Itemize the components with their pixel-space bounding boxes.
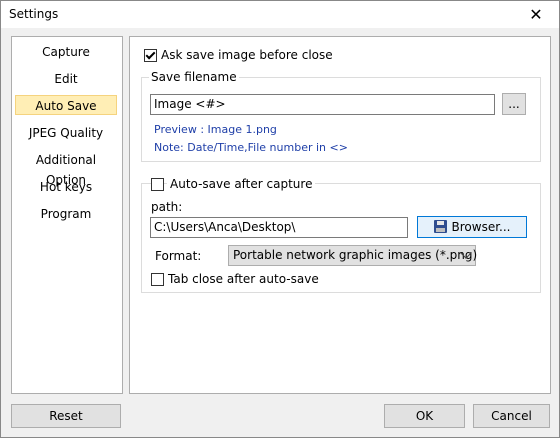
sidebar-item-additional-option[interactable]: Additional Option	[15, 150, 117, 187]
format-select-value: Portable network graphic images (*.png)	[233, 248, 478, 262]
sidebar-item-hot-keys[interactable]: Hot keys	[15, 177, 117, 197]
reset-button[interactable]: Reset	[11, 404, 121, 428]
format-select[interactable]: Portable network graphic images (*.png)	[228, 245, 478, 266]
format-label: Format:	[155, 249, 202, 263]
settings-sidebar: Capture Edit Auto Save JPEG Quality Addi…	[11, 36, 123, 394]
filename-note: Note: Date/Time,File number in <>	[154, 141, 348, 154]
browse-button[interactable]: Browser...	[417, 216, 527, 238]
sidebar-item-edit[interactable]: Edit	[15, 69, 117, 89]
filename-options-button[interactable]: ...	[502, 93, 526, 115]
save-filename-label: Save filename	[149, 70, 239, 84]
tab-close-label: Tab close after auto-save	[168, 272, 319, 286]
path-label: path:	[151, 200, 183, 214]
cancel-button[interactable]: Cancel	[473, 404, 550, 428]
sidebar-item-program[interactable]: Program	[15, 204, 117, 224]
filename-preview: Preview : Image 1.png	[154, 123, 277, 136]
auto-save-label: Auto-save after capture	[167, 177, 316, 191]
filename-input[interactable]: Image <#>	[150, 94, 495, 115]
ask-save-label: Ask save image before close	[161, 48, 333, 62]
floppy-disk-icon	[433, 220, 447, 233]
settings-window: Settings ✕ Capture Edit Auto Save JPEG Q…	[0, 0, 560, 438]
ok-button[interactable]: OK	[384, 404, 465, 428]
title-bar: Settings ✕	[1, 1, 559, 28]
browse-button-label: Browser...	[451, 220, 511, 234]
close-icon[interactable]: ✕	[513, 1, 559, 28]
auto-save-checkbox[interactable]	[151, 178, 164, 191]
tab-close-checkbox[interactable]	[151, 273, 164, 286]
window-title: Settings	[9, 7, 59, 21]
sidebar-item-capture[interactable]: Capture	[15, 42, 117, 62]
sidebar-item-auto-save[interactable]: Auto Save	[15, 95, 117, 115]
sidebar-item-jpeg-quality[interactable]: JPEG Quality	[15, 123, 117, 143]
ask-save-checkbox[interactable]	[144, 49, 157, 62]
auto-save-panel: Ask save image before close Save filenam…	[129, 36, 551, 394]
path-input[interactable]: C:\Users\Anca\Desktop\	[150, 217, 408, 238]
